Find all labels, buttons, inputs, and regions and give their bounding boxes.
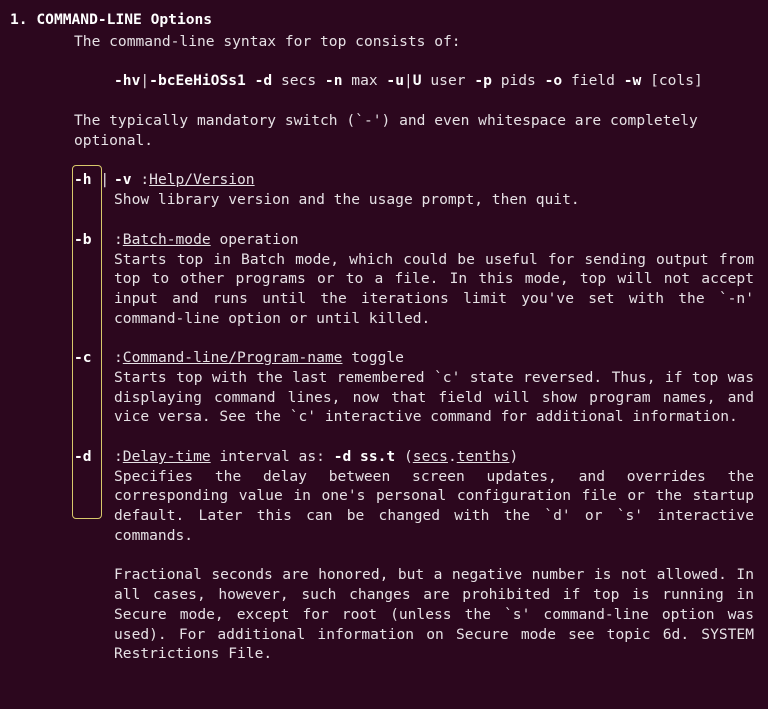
option-title: :Batch-mode operation [114,230,754,250]
option-d: -d :Delay-time interval as: -d ss.t (sec… [74,447,754,664]
intro-line: The command-line syntax for top consists… [10,32,754,52]
options-list: -h | -v :Help/Version Show library versi… [10,170,754,663]
option-c: -c :Command-line/Program-name toggle Sta… [74,348,754,427]
option-body: :Batch-mode operation Starts top in Batc… [114,230,754,328]
option-body: :Command-line/Program-name toggle Starts… [114,348,754,427]
option-flag: -d [74,447,114,664]
mandatory-note: The typically mandatory switch (`-') and… [10,111,754,150]
option-title: :Command-line/Program-name toggle [114,348,754,368]
section-title: COMMAND-LINE Options [36,11,212,28]
option-desc: Starts top in Batch mode, which could be… [114,250,754,329]
option-h: -h | -v :Help/Version Show library versi… [74,170,754,209]
option-body: :Delay-time interval as: -d ss.t (secs.t… [114,447,754,664]
man-page: 1. COMMAND-LINE Options The command-line… [0,0,768,674]
option-desc-2: Fractional seconds are honored, but a ne… [114,565,754,663]
syntax-line: -hv|-bcEeHiOSs1 -d secs -n max -u|U user… [10,71,754,91]
option-desc: Show library version and the usage promp… [114,190,754,210]
section-heading: 1. COMMAND-LINE Options [10,10,754,30]
option-body: -v :Help/Version Show library version an… [114,170,754,209]
option-flag: -b [74,230,114,328]
option-title: -v :Help/Version [114,170,754,190]
option-flag: -c [74,348,114,427]
section-number: 1. [10,11,28,28]
option-desc: Starts top with the last remembered `c' … [114,368,754,427]
option-flag: -h | [74,170,114,209]
option-desc: Specifies the delay between screen updat… [114,467,754,546]
option-b: -b :Batch-mode operation Starts top in B… [74,230,754,328]
option-title: :Delay-time interval as: -d ss.t (secs.t… [114,447,754,467]
